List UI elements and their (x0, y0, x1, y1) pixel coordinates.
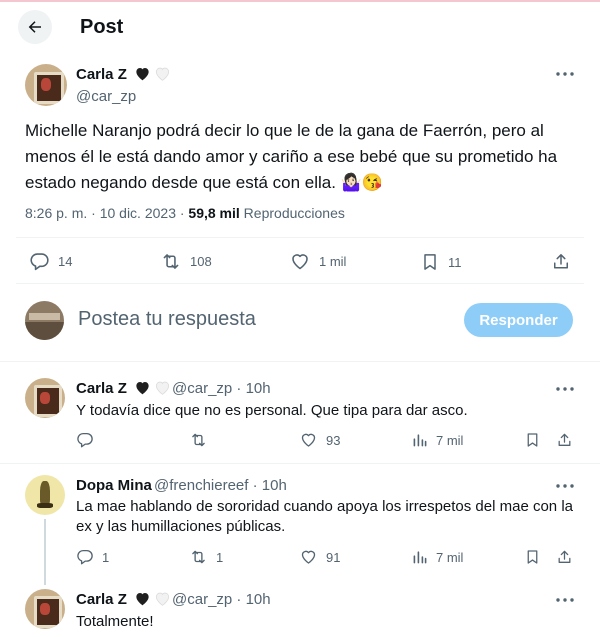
white-heart-icon (155, 67, 170, 81)
repost-count: 1 (216, 549, 224, 565)
more-icon (556, 387, 574, 391)
bookmark-button[interactable]: 11 (420, 251, 462, 273)
reply-author-name-text: Carla Z (76, 591, 127, 608)
like-icon (301, 433, 316, 447)
views-label: Reproducciones (239, 205, 345, 221)
reply-author-handle[interactable]: @car_zp · 10h (172, 591, 271, 608)
share-icon (554, 254, 568, 269)
author-name-text: Carla Z (76, 66, 127, 83)
repost-icon (163, 254, 179, 269)
more-icon (556, 484, 574, 488)
reply-count: 1 (102, 549, 110, 565)
like-icon (292, 254, 308, 270)
bookmark-count: 11 (448, 254, 462, 270)
black-heart-icon (136, 382, 149, 395)
post-time[interactable]: 8:26 p. m. · 10 dic. 2023 · (25, 205, 188, 221)
reply-author-name[interactable]: Carla Z (76, 380, 171, 397)
divider (0, 463, 600, 464)
author-handle[interactable]: @car_zp (76, 88, 136, 105)
reply-input[interactable]: Postea tu respuesta (78, 308, 256, 331)
white-heart-icon (155, 592, 170, 606)
user-avatar[interactable] (25, 301, 64, 340)
reply-icon (77, 432, 93, 448)
more-button[interactable] (554, 380, 576, 398)
views-count: 7 mil (436, 432, 464, 448)
share-icon (558, 433, 571, 446)
like-button[interactable]: 91 (299, 548, 340, 566)
author-name[interactable]: Carla Z (76, 66, 171, 83)
reply-submit-button[interactable]: Responder (464, 303, 573, 337)
divider (0, 361, 600, 362)
post-meta: 8:26 p. m. · 10 dic. 2023 · 59,8 mil Rep… (25, 205, 345, 221)
like-count: 91 (326, 549, 341, 565)
back-arrow-icon (28, 21, 41, 33)
reply-text: Totalmente! (76, 613, 154, 630)
repost-count: 108 (190, 254, 212, 269)
bookmark-icon (424, 254, 436, 270)
header: Post (0, 2, 600, 52)
white-heart-icon (155, 381, 170, 395)
views-count: 7 mil (436, 549, 464, 565)
divider (16, 237, 584, 238)
avatar[interactable] (25, 475, 65, 515)
more-icon (556, 598, 574, 602)
like-icon (301, 550, 316, 564)
bookmark-icon (527, 550, 538, 564)
reply-icon (77, 549, 93, 565)
repost-icon (192, 433, 205, 447)
reply-author-name-text: Carla Z (76, 380, 127, 397)
more-button[interactable] (554, 65, 576, 83)
views-icon (413, 551, 427, 564)
bookmark-button[interactable] (524, 548, 541, 566)
reply-text: La mae hablando de sororidad cuando apoy… (76, 498, 573, 535)
reply-author-name[interactable]: Dopa Mina (76, 477, 152, 494)
page-title: Post (80, 16, 124, 38)
repost-button[interactable]: 108 (160, 251, 212, 272)
reply-count: 14 (58, 254, 73, 269)
post-text: Michelle Naranjo podrá decir lo que le d… (25, 121, 558, 192)
reply-author-handle[interactable]: @car_zp · 10h (172, 380, 271, 397)
views-button[interactable]: 7 mil (412, 431, 463, 449)
bookmark-icon (527, 433, 538, 447)
more-icon (556, 72, 574, 76)
avatar[interactable] (25, 64, 67, 106)
share-icon (558, 550, 571, 563)
views-count: 59,8 mil (188, 205, 240, 221)
like-count: 1 mil (319, 254, 347, 269)
more-button[interactable] (554, 477, 576, 495)
share-button[interactable] (556, 548, 573, 566)
reply-button[interactable]: 14 (29, 251, 72, 272)
like-button[interactable]: 93 (299, 431, 340, 449)
black-heart-icon (136, 68, 149, 81)
avatar[interactable] (25, 589, 65, 629)
more-button[interactable] (554, 591, 576, 609)
share-button[interactable] (551, 251, 571, 272)
bookmark-button[interactable] (524, 431, 541, 449)
thread-line (44, 519, 46, 585)
reply-button[interactable]: 1 (76, 548, 109, 566)
reply-icon (30, 253, 49, 271)
repost-button[interactable] (189, 431, 216, 449)
back-button[interactable] (18, 10, 52, 44)
repost-button[interactable]: 1 (189, 548, 223, 566)
views-button[interactable]: 7 mil (412, 548, 463, 566)
like-button[interactable]: 1 mil (289, 251, 346, 272)
reply-text: Y todavía dice que no es personal. Que t… (76, 402, 468, 419)
reply-button[interactable] (76, 431, 102, 449)
like-count: 93 (326, 432, 341, 448)
divider (16, 283, 584, 284)
repost-icon (192, 550, 205, 564)
black-heart-icon (136, 593, 149, 606)
share-button[interactable] (556, 431, 573, 449)
views-icon (413, 434, 427, 447)
avatar[interactable] (25, 378, 65, 418)
reply-author-name[interactable]: Carla Z (76, 591, 171, 608)
reply-author-handle[interactable]: @frenchiereef · 10h (154, 477, 287, 494)
